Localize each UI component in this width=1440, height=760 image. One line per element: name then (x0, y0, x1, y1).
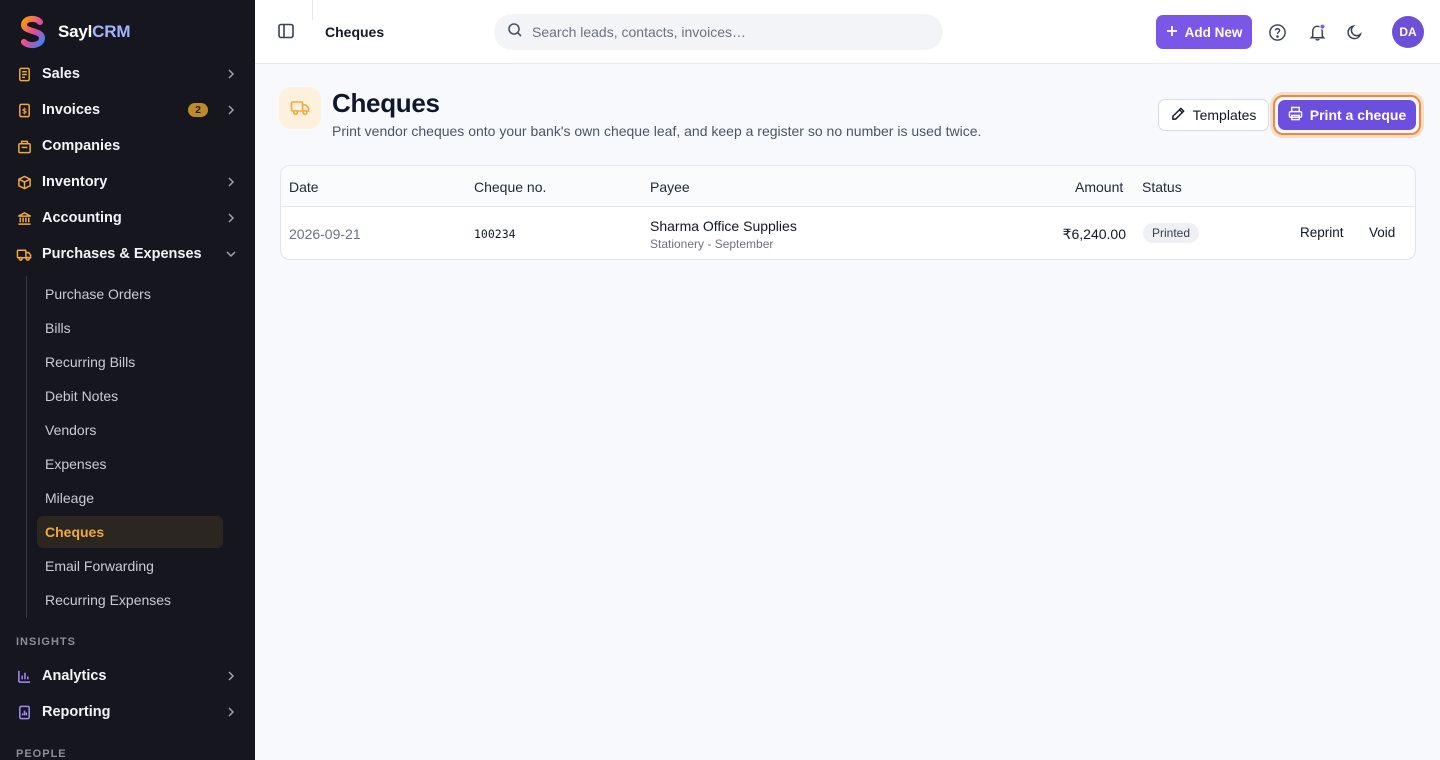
bank-icon (16, 210, 32, 226)
section-label-insights: INSIGHTS (16, 636, 76, 648)
sidebar-item-purchases-expenses[interactable]: Purchases & Expenses (16, 240, 244, 268)
add-new-label: Add New (1184, 24, 1243, 40)
chevron-down-icon (224, 247, 238, 261)
sidebar-item-label: Companies (42, 138, 121, 154)
pencil-icon (1171, 106, 1186, 124)
chevron-right-icon (224, 705, 238, 719)
sidebar-item-label: Sales (42, 66, 80, 82)
void-button[interactable]: Void (1369, 225, 1395, 240)
sidebar-subitem-cheques[interactable]: Cheques (37, 516, 223, 548)
sidebar-subitem-vendors[interactable]: Vendors (37, 414, 223, 446)
help-icon[interactable] (1267, 22, 1287, 42)
status-badge: Printed (1143, 223, 1200, 243)
box-icon (16, 174, 32, 190)
sidebar-item-label: Inventory (42, 174, 108, 190)
sidebar-subitem-email-forwarding[interactable]: Email Forwarding (37, 550, 223, 582)
sidebar-item-label: Accounting (42, 210, 122, 226)
topbar: Cheques Add New DA (255, 0, 1440, 64)
print-button-focus-ring: Print a cheque (1273, 95, 1421, 135)
sidebar-subitem-recurring-expenses[interactable]: Recurring Expenses (37, 584, 223, 616)
column-header-status[interactable]: Status (1142, 179, 1182, 195)
sidebar-item-inventory[interactable]: Inventory (16, 168, 244, 196)
receipt-icon (16, 66, 32, 82)
add-new-button[interactable]: Add New (1156, 15, 1252, 49)
user-avatar[interactable]: DA (1392, 16, 1424, 48)
topbar-divider (312, 0, 313, 20)
sidebar-item-label: Purchases & Expenses (42, 246, 202, 262)
cell-payee: Sharma Office Supplies (650, 218, 797, 234)
sidebar-item-sales[interactable]: Sales (16, 60, 244, 88)
chevron-right-icon (224, 103, 238, 117)
sidebar-item-label: Invoices (42, 102, 101, 118)
cell-cheque-no: 100234 (474, 227, 516, 241)
sidebar-subitem-bills[interactable]: Bills (37, 312, 223, 344)
chevron-right-icon (224, 175, 238, 189)
sidebar: SaylCRM Sales $ Invoices 2 Companies Inv… (0, 0, 255, 760)
truck-icon (279, 87, 321, 129)
sidebar-item-analytics[interactable]: Analytics (16, 662, 244, 690)
sidebar-item-label: Analytics (42, 668, 107, 684)
brand-name: SaylCRM (58, 22, 131, 41)
templates-label: Templates (1192, 107, 1257, 123)
sidebar-toggle-icon[interactable] (277, 22, 295, 40)
cell-amount: ₹6,240.00 (1062, 226, 1126, 242)
section-label-people: PEOPLE (16, 748, 67, 760)
count-badge: 2 (188, 103, 208, 117)
sidebar-subitem-mileage[interactable]: Mileage (37, 482, 223, 514)
sidebar-item-companies[interactable]: Companies (16, 132, 244, 160)
sidebar-subitem-purchase-orders[interactable]: Purchase Orders (37, 278, 223, 310)
column-header-amount[interactable]: Amount (1075, 179, 1123, 195)
print-cheque-button[interactable]: Print a cheque (1278, 100, 1416, 130)
brand[interactable]: SaylCRM (18, 14, 130, 50)
column-header-date[interactable]: Date (289, 179, 319, 195)
dark-mode-moon-icon[interactable] (1345, 22, 1365, 42)
svg-text:$: $ (21, 106, 26, 115)
print-cheque-label: Print a cheque (1309, 107, 1407, 123)
chevron-right-icon (224, 669, 238, 683)
page-subtitle: Print vendor cheques onto your bank's ow… (332, 123, 982, 139)
chevron-right-icon (224, 67, 238, 81)
truck-icon (16, 246, 32, 262)
search-input[interactable] (532, 24, 912, 40)
report-icon (16, 704, 32, 720)
search-icon (507, 22, 523, 43)
invoice-icon: $ (16, 102, 32, 118)
column-header-cheque-no[interactable]: Cheque no. (474, 179, 546, 195)
sidebar-item-reporting[interactable]: Reporting (16, 698, 244, 726)
breadcrumb-title: Cheques (325, 24, 385, 40)
brand-logo-icon (18, 14, 48, 50)
building-icon (16, 138, 32, 154)
global-search[interactable] (494, 14, 943, 50)
cell-payee-memo: Stationery - September (650, 237, 774, 251)
printer-icon (1288, 106, 1303, 124)
sidebar-subitem-recurring-bills[interactable]: Recurring Bills (37, 346, 223, 378)
notification-bell-icon[interactable] (1307, 22, 1327, 42)
sidebar-item-label: Reporting (42, 704, 111, 720)
table-header-row: Date Cheque no. Payee Amount Status (281, 166, 1415, 207)
subnav-divider (26, 276, 27, 618)
sidebar-item-accounting[interactable]: Accounting (16, 204, 244, 232)
cell-date: 2026-09-21 (289, 226, 361, 242)
sidebar-subitem-expenses[interactable]: Expenses (37, 448, 223, 480)
column-header-payee[interactable]: Payee (650, 179, 690, 195)
sidebar-item-invoices[interactable]: $ Invoices 2 (16, 96, 244, 124)
sidebar-subitem-debit-notes[interactable]: Debit Notes (37, 380, 223, 412)
templates-button[interactable]: Templates (1158, 99, 1269, 131)
chevron-right-icon (224, 211, 238, 225)
plus-icon (1166, 25, 1178, 40)
page-title: Cheques (332, 88, 440, 118)
reprint-button[interactable]: Reprint (1300, 225, 1344, 240)
bar-chart-icon (16, 668, 32, 684)
cheques-table: Date Cheque no. Payee Amount Status 2026… (280, 165, 1416, 260)
